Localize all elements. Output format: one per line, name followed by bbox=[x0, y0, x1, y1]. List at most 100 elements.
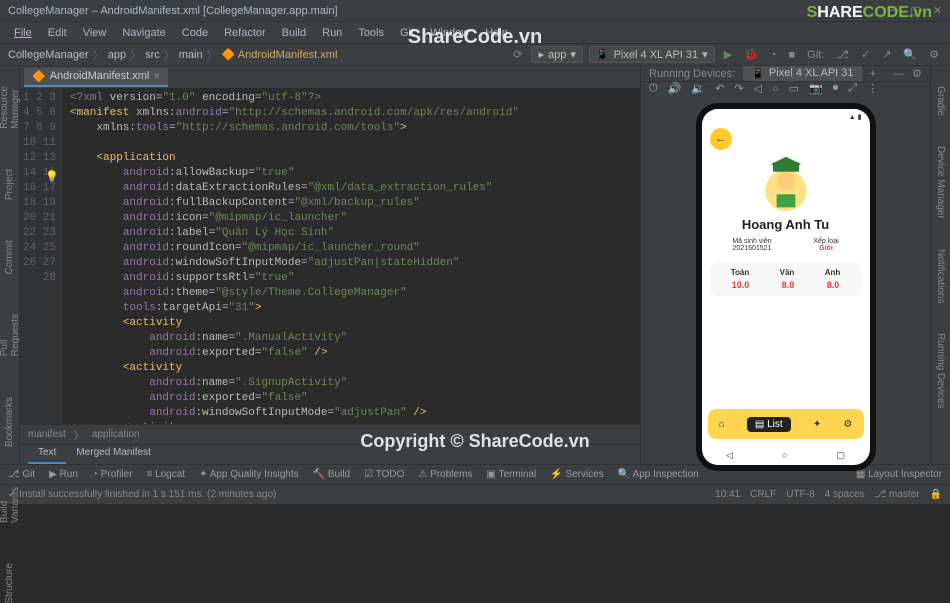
back-icon[interactable]: ◁ bbox=[754, 82, 762, 95]
resize-icon[interactable]: ⤢ bbox=[848, 82, 857, 95]
git-label: Git: bbox=[804, 49, 827, 61]
git-push-icon[interactable]: ↗ bbox=[879, 48, 894, 61]
bt-terminal[interactable]: ▣ Terminal bbox=[486, 469, 536, 480]
nav-add-icon[interactable]: ✦ bbox=[813, 419, 821, 430]
settings-icon[interactable]: ⚙ bbox=[926, 48, 942, 61]
profile-icon[interactable]: ◔ bbox=[767, 49, 780, 61]
indent[interactable]: 4 spaces bbox=[825, 489, 865, 500]
bt-git[interactable]: ⎇ Git bbox=[8, 469, 35, 480]
tool-build-variants[interactable]: Build Variants bbox=[0, 487, 21, 523]
git-branch[interactable]: ⎇ master bbox=[875, 489, 920, 500]
search-icon[interactable]: 🔍 bbox=[900, 48, 920, 61]
vol-down-icon[interactable]: 🔉 bbox=[691, 82, 705, 95]
tool-device-manager[interactable]: Device Manager bbox=[935, 146, 946, 219]
app-back-button[interactable]: ← bbox=[710, 128, 732, 150]
menu-navigate[interactable]: Navigate bbox=[116, 25, 171, 41]
home-icon[interactable]: ○ bbox=[772, 83, 779, 95]
menu-window[interactable]: Window bbox=[424, 25, 475, 41]
menu-help[interactable]: Help bbox=[479, 25, 514, 41]
bt-inspection[interactable]: 🔍 App Inspection bbox=[618, 469, 699, 480]
tool-structure[interactable]: Structure bbox=[4, 563, 15, 603]
menu-code[interactable]: Code bbox=[176, 25, 214, 41]
id-value: 2021601521 bbox=[732, 245, 771, 252]
bc-src[interactable]: src bbox=[145, 49, 160, 61]
tool-pull-requests[interactable]: Pull Requests bbox=[0, 314, 21, 356]
line-sep[interactable]: CRLF bbox=[750, 489, 776, 500]
git-pull-icon[interactable]: ✓ bbox=[858, 48, 873, 61]
nav-list-button[interactable]: ▤ List bbox=[747, 417, 791, 432]
vol-up-icon[interactable]: 🔊 bbox=[668, 82, 682, 95]
rotate-left-icon[interactable]: ↶ bbox=[715, 82, 724, 95]
crumb-application[interactable]: application bbox=[92, 429, 140, 440]
stop-icon[interactable]: ■ bbox=[786, 49, 799, 61]
tool-commit[interactable]: Commit bbox=[4, 240, 15, 274]
nav-settings-icon[interactable]: ⚙ bbox=[843, 419, 852, 430]
tool-notifications[interactable]: Notifications bbox=[935, 249, 946, 303]
running-device-tab[interactable]: 📱 Pixel 4 XL API 31 bbox=[743, 66, 861, 81]
maximize-button[interactable]: ▢ bbox=[910, 4, 920, 17]
menu-file[interactable]: File bbox=[8, 25, 38, 41]
bt-quality[interactable]: ✦ App Quality Insights bbox=[199, 469, 299, 480]
sync-icon[interactable]: ⟳ bbox=[510, 48, 525, 61]
panel-gear-icon[interactable]: ⚙ bbox=[912, 67, 922, 80]
score-anh: 8.0 bbox=[827, 280, 840, 290]
bc-project[interactable]: CollegeManager bbox=[8, 49, 89, 61]
android-back-icon[interactable]: ◁ bbox=[726, 450, 733, 461]
window-title: CollegeManager – AndroidManifest.xml [Co… bbox=[8, 5, 338, 17]
code-editor[interactable]: <?xml version="1.0" encoding="utf-8"?> <… bbox=[62, 88, 640, 424]
screenshot-icon[interactable]: 📷 bbox=[809, 82, 823, 95]
power-icon[interactable]: ⏻ bbox=[649, 82, 658, 95]
editor-tab-manifest[interactable]: 🔶 AndroidManifest.xml × bbox=[24, 68, 168, 87]
tool-bookmarks[interactable]: Bookmarks bbox=[4, 397, 15, 447]
panel-hide-icon[interactable]: — bbox=[893, 68, 904, 80]
bottom-nav: ⌂ ▤ List ✦ ⚙ bbox=[708, 409, 864, 439]
minimize-button[interactable]: — bbox=[887, 4, 898, 17]
bt-problems[interactable]: ⚠ Problems bbox=[418, 469, 472, 480]
android-recents-icon[interactable]: ▢ bbox=[836, 450, 845, 461]
menu-build[interactable]: Build bbox=[276, 25, 312, 41]
debug-icon[interactable]: 🐞 bbox=[741, 48, 761, 61]
tool-resource-manager[interactable]: Resource Manager bbox=[0, 86, 21, 129]
rotate-right-icon[interactable]: ↷ bbox=[734, 82, 743, 95]
tool-project[interactable]: Project bbox=[4, 169, 15, 200]
nav-home-icon[interactable]: ⌂ bbox=[719, 419, 725, 430]
phone-frame: ▲ ▮ ← Hoang Anh Tu Mã sinh viên202160152… bbox=[696, 103, 876, 471]
status-message: ✓ Install successfully finished in 1 s 1… bbox=[8, 489, 277, 500]
record-icon[interactable]: ⏺ bbox=[833, 82, 839, 95]
run-config-select[interactable]: ▸ app ▾ bbox=[531, 46, 582, 63]
encoding[interactable]: UTF-8 bbox=[786, 489, 814, 500]
menu-view[interactable]: View bbox=[77, 25, 113, 41]
overview-icon[interactable]: ▭ bbox=[789, 82, 799, 95]
more-icon[interactable]: ⋮ bbox=[867, 82, 878, 95]
menu-tools[interactable]: Tools bbox=[352, 25, 390, 41]
bt-build[interactable]: 🔨 Build bbox=[313, 469, 350, 480]
bt-run[interactable]: ▶ Run bbox=[49, 469, 78, 480]
bc-app[interactable]: app bbox=[108, 49, 126, 61]
crumb-manifest[interactable]: manifest bbox=[28, 429, 66, 440]
bt-profiler[interactable]: ◔ Profiler bbox=[92, 469, 133, 480]
android-home-icon[interactable]: ○ bbox=[782, 450, 787, 460]
tool-gradle[interactable]: Gradle bbox=[935, 86, 946, 116]
editor-mode-text[interactable]: Text bbox=[28, 445, 66, 464]
close-button[interactable]: ✕ bbox=[933, 4, 942, 17]
device-select[interactable]: 📱 Pixel 4 XL API 31 ▾ bbox=[589, 46, 715, 63]
editor-mode-merged[interactable]: Merged Manifest bbox=[66, 445, 160, 464]
git-branch-icon[interactable]: ⎇ bbox=[833, 48, 852, 61]
bc-main[interactable]: main bbox=[179, 49, 203, 61]
add-device-icon[interactable]: + bbox=[870, 68, 876, 80]
close-tab-icon[interactable]: × bbox=[153, 70, 159, 82]
menu-run[interactable]: Run bbox=[316, 25, 348, 41]
lock-icon[interactable]: 🔒 bbox=[930, 489, 942, 500]
menu-git[interactable]: Git bbox=[394, 25, 420, 41]
menu-edit[interactable]: Edit bbox=[42, 25, 73, 41]
intention-bulb-icon[interactable]: 💡 bbox=[45, 170, 59, 183]
bt-services[interactable]: ⚡ Services bbox=[550, 469, 604, 480]
bt-logcat[interactable]: ≡ Logcat bbox=[146, 469, 185, 480]
bt-layout-inspector[interactable]: ▦ Layout Inspector bbox=[856, 469, 942, 480]
menu-refactor[interactable]: Refactor bbox=[218, 25, 272, 41]
tool-running-devices[interactable]: Running Devices bbox=[935, 333, 946, 409]
run-icon[interactable]: ▶ bbox=[721, 48, 735, 61]
bc-file[interactable]: 🔶 AndroidManifest.xml bbox=[222, 48, 338, 61]
bt-todo[interactable]: ☑ TODO bbox=[364, 469, 404, 480]
cursor-position[interactable]: 10:41 bbox=[715, 489, 740, 500]
